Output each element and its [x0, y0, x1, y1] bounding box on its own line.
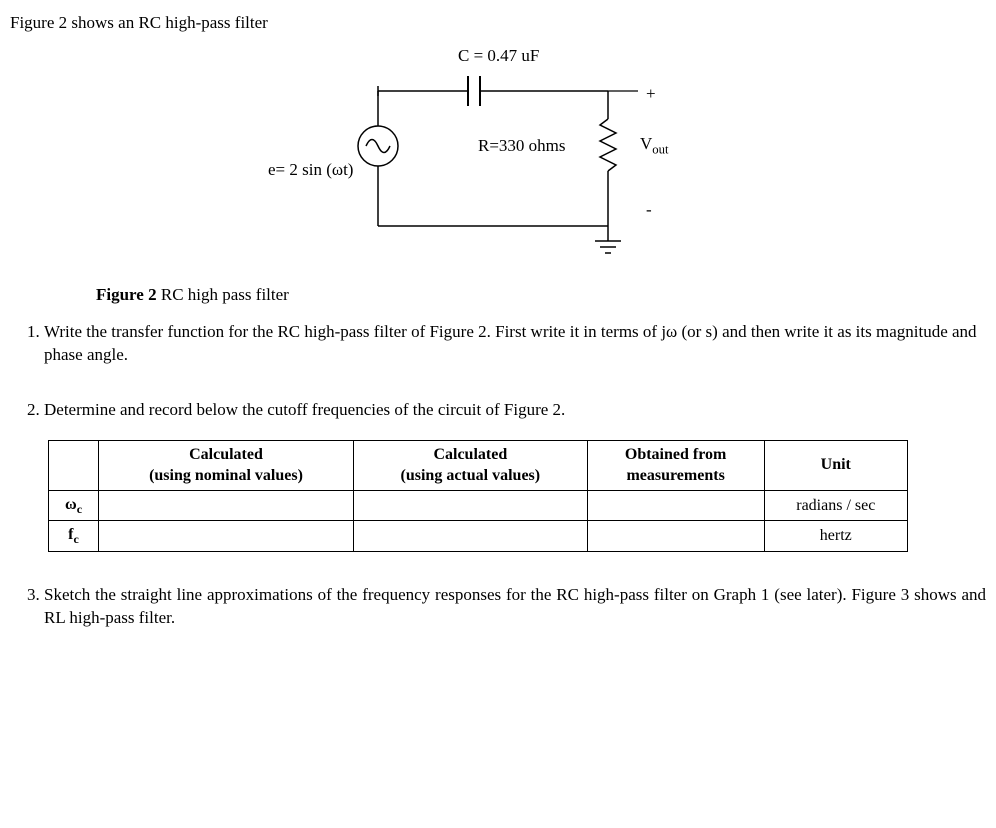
header-obtained: Obtained from measurements — [587, 440, 764, 490]
source-label: e= 2 sin (ωt) — [268, 159, 353, 182]
figure-caption: Figure 2 RC high pass filter — [96, 284, 986, 307]
row-omega-c-obtained — [587, 490, 764, 520]
row-omega-c-unit: radians / sec — [764, 490, 907, 520]
question-1: Write the transfer function for the RC h… — [44, 321, 986, 367]
row-omega-c-label: ωc — [49, 490, 99, 520]
row-omega-c-actual — [353, 490, 587, 520]
figure-container: C = 0.47 uF R=330 ohms e= 2 sin (ωt) + V… — [10, 41, 986, 268]
row-f-c-actual — [353, 521, 587, 551]
capacitor-label: C = 0.47 uF — [458, 45, 539, 68]
row-f-c-obtained — [587, 521, 764, 551]
caption-rest: RC high pass filter — [157, 285, 289, 304]
caption-bold: Figure 2 — [96, 285, 157, 304]
header-calc-actual: Calculated (using actual values) — [353, 440, 587, 490]
resistor-label: R=330 ohms — [478, 135, 566, 158]
question-2: Determine and record below the cutoff fr… — [44, 399, 986, 552]
intro-text: Figure 2 shows an RC high-pass filter — [10, 12, 986, 35]
table-header-row: Calculated (using nominal values) Calcul… — [49, 440, 908, 490]
table-row: ωc radians / sec — [49, 490, 908, 520]
row-f-c-nominal — [99, 521, 354, 551]
header-blank — [49, 440, 99, 490]
table-row: fc hertz — [49, 521, 908, 551]
header-unit: Unit — [764, 440, 907, 490]
question-list: Write the transfer function for the RC h… — [10, 321, 986, 630]
minus-label: - — [646, 199, 652, 222]
question-3: Sketch the straight line approximations … — [44, 584, 986, 630]
plus-label: + — [646, 83, 656, 106]
cutoff-table: Calculated (using nominal values) Calcul… — [48, 440, 908, 552]
question-1-text: Write the transfer function for the RC h… — [44, 322, 977, 364]
row-f-c-label: fc — [49, 521, 99, 551]
circuit-diagram: C = 0.47 uF R=330 ohms e= 2 sin (ωt) + V… — [278, 41, 718, 261]
row-omega-c-nominal — [99, 490, 354, 520]
vout-label: Vout — [640, 133, 669, 159]
row-f-c-unit: hertz — [764, 521, 907, 551]
header-calc-nominal: Calculated (using nominal values) — [99, 440, 354, 490]
question-2-text: Determine and record below the cutoff fr… — [44, 399, 986, 422]
question-3-text: Sketch the straight line approximations … — [44, 585, 986, 627]
